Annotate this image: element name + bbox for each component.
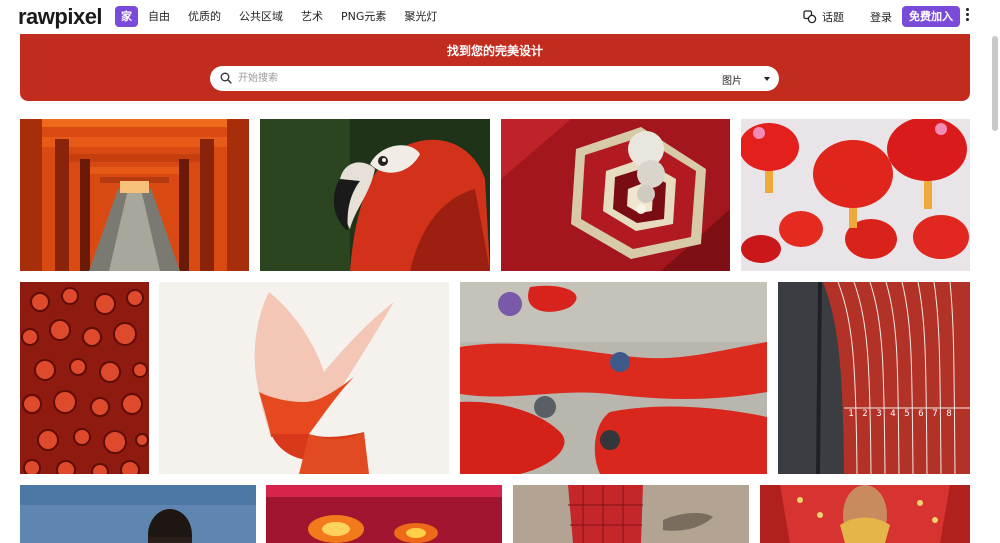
nav-item-home[interactable]: 家 bbox=[115, 6, 138, 27]
chevron-down-icon[interactable] bbox=[764, 77, 770, 81]
image-portrait-sky[interactable] bbox=[20, 485, 256, 543]
track-image bbox=[778, 282, 970, 474]
image-red-lanterns[interactable] bbox=[741, 119, 970, 271]
search-input[interactable] bbox=[238, 70, 678, 87]
fabric-image bbox=[460, 282, 767, 474]
portrait-image bbox=[20, 485, 256, 543]
fin-image bbox=[159, 282, 449, 474]
topics-link[interactable]: 话题 bbox=[803, 9, 844, 25]
topics-icon bbox=[803, 9, 817, 23]
top-navigation-bar: rawpixel 家 自由 优质的 公共区域 艺术 PNG元素 聚光灯 话题 登… bbox=[0, 0, 990, 34]
nav-item-premium[interactable]: 优质的 bbox=[188, 6, 221, 27]
octopus-image bbox=[20, 282, 149, 474]
image-red-robe-sandals[interactable] bbox=[513, 485, 749, 543]
lane-number: 4 bbox=[890, 409, 896, 419]
bride-image bbox=[760, 485, 970, 543]
lane-number: 1 bbox=[848, 409, 854, 419]
header-actions: 话题 登录 免费加入 bbox=[803, 6, 960, 27]
lane-number: 6 bbox=[918, 409, 924, 419]
lane-numbers: 1 2 3 4 5 6 7 8 bbox=[844, 409, 970, 423]
rawpixel-logo[interactable]: rawpixel bbox=[18, 4, 103, 30]
search-type-select[interactable]: 图片 bbox=[722, 72, 742, 87]
more-menu-icon[interactable] bbox=[966, 8, 970, 24]
lights-image bbox=[266, 485, 502, 543]
image-red-bridal-dress[interactable] bbox=[760, 485, 970, 543]
image-scarlet-macaw[interactable] bbox=[260, 119, 490, 271]
image-torii-gates-tunnel[interactable] bbox=[20, 119, 249, 271]
image-hexagon-stairwell-chandelier[interactable] bbox=[501, 119, 730, 271]
hero-title: 找到您的完美设计 bbox=[446, 44, 543, 58]
nav-item-free[interactable]: 自由 bbox=[148, 6, 170, 27]
main-nav: 家 自由 优质的 公共区域 艺术 PNG元素 聚光灯 bbox=[115, 6, 455, 27]
torii-gates-image bbox=[20, 119, 249, 271]
search-bar: 图片 bbox=[210, 66, 779, 91]
search-icon[interactable] bbox=[220, 72, 232, 84]
hero-search-banner: 找到您的完美设计 图片 bbox=[20, 34, 970, 101]
nav-item-png[interactable]: PNG元素 bbox=[341, 6, 386, 27]
login-link[interactable]: 登录 bbox=[870, 9, 892, 25]
image-octopus-suckers[interactable] bbox=[20, 282, 149, 474]
page-scrollbar[interactable] bbox=[992, 36, 998, 131]
nav-item-public-domain[interactable]: 公共区域 bbox=[239, 6, 283, 27]
stairwell-image bbox=[501, 119, 730, 271]
lane-number: 8 bbox=[946, 409, 952, 419]
lane-number: 5 bbox=[904, 409, 910, 419]
image-fish-tail-fin[interactable] bbox=[159, 282, 449, 474]
nav-item-spotlight[interactable]: 聚光灯 bbox=[404, 6, 437, 27]
macaw-image bbox=[260, 119, 490, 271]
lane-number: 7 bbox=[932, 409, 938, 419]
image-red-fabric-dyeing[interactable] bbox=[460, 282, 767, 474]
lanterns-image bbox=[741, 119, 970, 271]
lane-number: 2 bbox=[862, 409, 868, 419]
lane-number: 3 bbox=[876, 409, 882, 419]
join-free-button[interactable]: 免费加入 bbox=[902, 6, 960, 27]
image-running-track-lanes[interactable]: 1 2 3 4 5 6 7 8 bbox=[778, 282, 970, 474]
topics-label: 话题 bbox=[822, 10, 844, 24]
image-red-glowing-lights[interactable] bbox=[266, 485, 502, 543]
robe-image bbox=[513, 485, 749, 543]
nav-item-art[interactable]: 艺术 bbox=[301, 6, 323, 27]
